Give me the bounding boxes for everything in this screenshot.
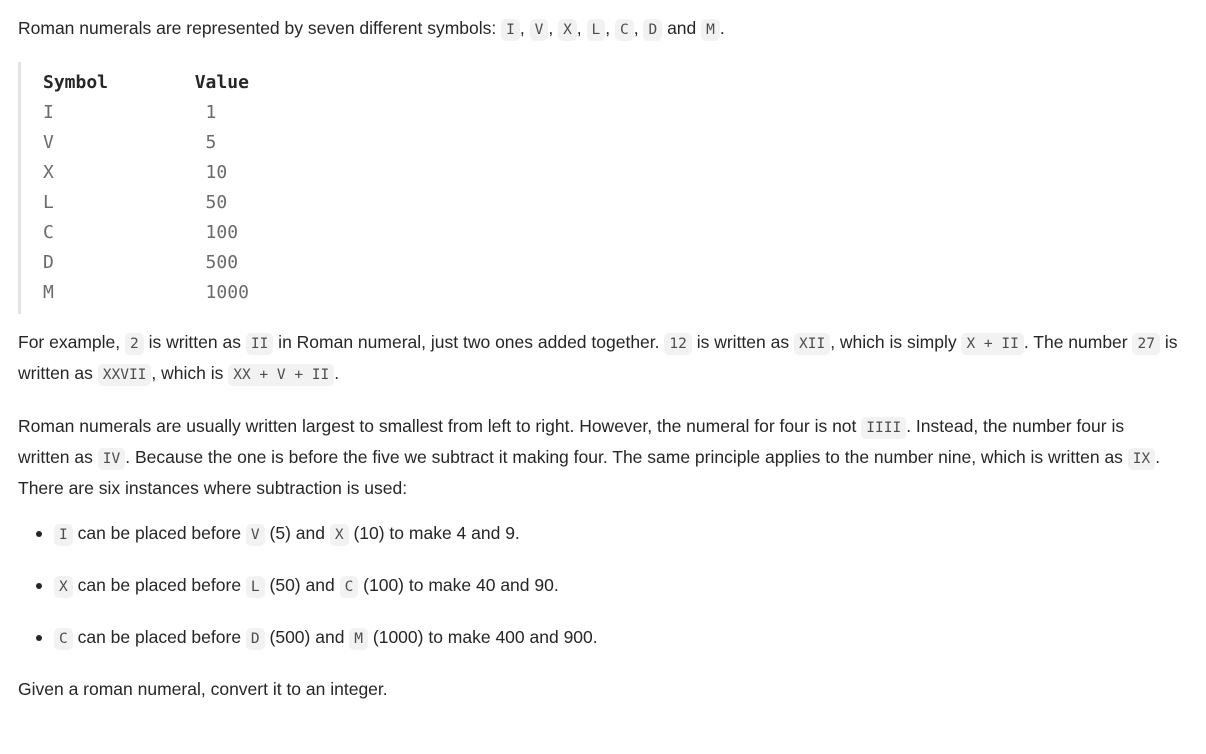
code-chip-bullet2-c: C <box>339 576 359 598</box>
code-chip-bullet2-b: L <box>245 576 265 598</box>
code-chip-bullet1-a: I <box>54 524 73 546</box>
rules-paragraph: Roman numerals are usually written large… <box>18 412 1178 503</box>
code-chip-bullet3-a: C <box>54 628 73 650</box>
bullet3-text-2: (500) and <box>264 627 350 647</box>
code-chip-2: 2 <box>124 333 144 355</box>
intro-sep-4: , <box>605 18 615 38</box>
code-chip-bullet3-b: D <box>245 628 265 650</box>
rules-text-1: Roman numerals are usually written large… <box>18 416 862 436</box>
intro-sep-3: , <box>576 18 587 38</box>
symbol-value-table: Symbol Value I 1 V 5 X 10 L 50 C 100 D 5… <box>43 68 1188 308</box>
code-chip-bullet1-c: X <box>329 524 349 546</box>
code-chip-xii: XII <box>793 333 831 355</box>
code-chip-iiii: IIII <box>861 417 907 439</box>
intro-paragraph: Roman numerals are represented by seven … <box>18 14 1178 45</box>
list-item: C can be placed before D (500) and M (10… <box>36 623 1188 654</box>
example-text-5: , which is simply <box>830 332 962 352</box>
table-header-row: Symbol Value <box>43 72 249 93</box>
paragraph-spacer-1 <box>18 390 1188 412</box>
list-item: X can be placed before L (50) and C (100… <box>36 571 1188 602</box>
intro-sep-2: , <box>548 18 559 38</box>
code-chip-symbol-i: I <box>501 19 520 41</box>
intro-prefix: Roman numerals are represented by seven … <box>18 18 502 38</box>
intro-sep-5: , <box>633 18 644 38</box>
example-text-4: is written as <box>691 332 794 352</box>
bullet1-text-1: can be placed before <box>72 523 246 543</box>
bullet2-text-2: (50) and <box>264 575 340 595</box>
list-item: I can be placed before V (5) and X (10) … <box>36 519 1188 550</box>
intro-conjunction: and <box>662 18 702 38</box>
bullet3-text-3: (1000) to make 400 and 900. <box>368 627 598 647</box>
bullet1-text-3: (10) to make 4 and 9. <box>348 523 520 543</box>
example-text-9: . <box>334 363 340 383</box>
code-chip-symbol-v: V <box>529 19 549 41</box>
bullet2-text-3: (100) to make 40 and 90. <box>358 575 559 595</box>
code-chip-ii: II <box>245 333 274 355</box>
code-chip-symbol-x: X <box>558 19 577 41</box>
code-chip-ix: IX <box>1127 448 1156 470</box>
code-chip-12: 12 <box>664 333 692 355</box>
table-body: I 1 V 5 X 10 L 50 C 100 D 500 M 1000 <box>43 102 249 303</box>
closing-paragraph: Given a roman numeral, convert it to an … <box>18 679 388 699</box>
code-chip-symbol-d: D <box>643 19 663 41</box>
code-chip-27: 27 <box>1132 333 1160 355</box>
example-text-6: . The number <box>1023 332 1133 352</box>
example-text-8: , which is <box>151 363 229 383</box>
rules-text-3: . Because the one is before the five we … <box>125 447 1128 467</box>
code-chip-symbol-l: L <box>586 19 606 41</box>
code-chip-xx-plus-v-plus-ii: XX + V + II <box>228 364 335 386</box>
code-chip-bullet2-a: X <box>54 576 73 598</box>
code-chip-symbol-m: M <box>701 19 720 41</box>
example-text-2: is written as <box>143 332 246 352</box>
code-chip-bullet3-c: M <box>349 628 369 650</box>
example-paragraph: For example, 2 is written as II in Roman… <box>18 328 1178 390</box>
code-chip-symbol-c: C <box>615 19 634 41</box>
symbol-value-table-block: Symbol Value I 1 V 5 X 10 L 50 C 100 D 5… <box>18 62 1188 314</box>
example-text-3: in Roman numeral, just two ones added to… <box>273 332 665 352</box>
code-chip-bullet1-b: V <box>245 524 265 546</box>
code-chip-iv: IV <box>97 448 126 470</box>
bullet3-text-1: can be placed before <box>72 627 246 647</box>
bullet2-text-1: can be placed before <box>72 575 246 595</box>
code-chip-x-plus-ii: X + II <box>961 333 1024 355</box>
bullet1-text-2: (5) and <box>264 523 330 543</box>
example-text-1: For example, <box>18 332 125 352</box>
subtraction-rules-list: I can be placed before V (5) and X (10) … <box>18 519 1188 654</box>
code-chip-xxvii: XXVII <box>97 364 152 386</box>
intro-suffix: . <box>719 18 725 38</box>
intro-sep-1: , <box>519 18 530 38</box>
problem-description: Roman numerals are represented by seven … <box>0 0 1206 704</box>
